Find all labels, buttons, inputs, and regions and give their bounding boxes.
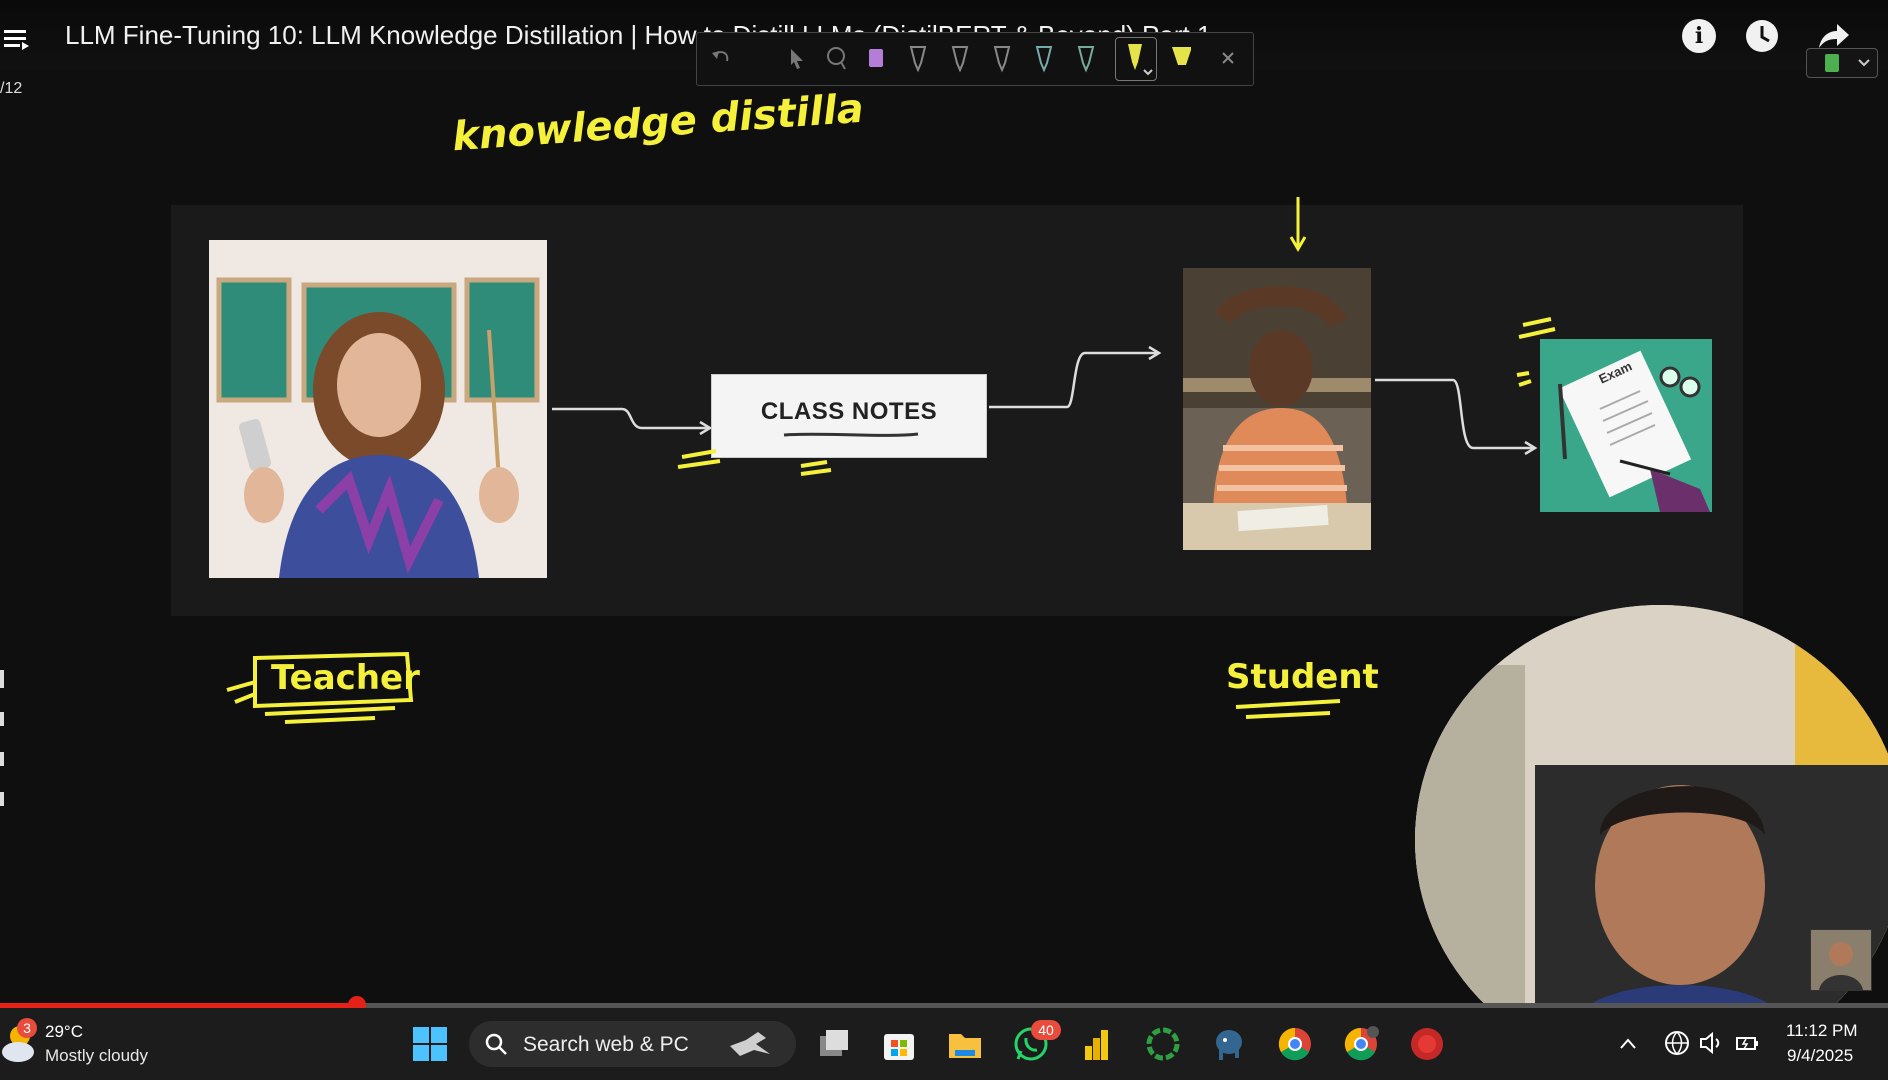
search-icon — [484, 1032, 508, 1056]
pen-1-icon[interactable] — [907, 43, 929, 73]
annotation-teacher-box: Teacher — [225, 650, 420, 730]
annotation-marks-exam — [1516, 317, 1556, 387]
side-rail-marks — [0, 670, 4, 806]
chrome-icon[interactable] — [1277, 1026, 1313, 1062]
class-notes-label: CLASS NOTES — [760, 398, 938, 425]
whatsapp-badge: 40 — [1031, 1020, 1061, 1040]
system-time[interactable]: 11:12 PM — [1786, 1021, 1858, 1041]
chrome-profile-icon[interactable] — [1343, 1026, 1379, 1062]
taskbar — [0, 1008, 1888, 1080]
exam-image: Exam — [1540, 339, 1712, 512]
menu-icon[interactable] — [2, 26, 30, 52]
undo-icon[interactable] — [709, 43, 731, 73]
highlighter-purple-icon[interactable] — [865, 43, 887, 73]
windows-start-icon[interactable] — [412, 1026, 448, 1062]
arrow-notes-to-student — [989, 345, 1162, 409]
select-icon[interactable] — [785, 43, 807, 73]
annotation-marks-notes-right — [800, 460, 832, 476]
weather-temperature[interactable]: 29°C — [45, 1022, 83, 1042]
search-placeholder: Search web & PC — [523, 1033, 689, 1056]
postgresql-icon[interactable] — [1211, 1026, 1247, 1062]
battery-icon[interactable] — [1734, 1030, 1760, 1056]
pen-3-icon[interactable] — [991, 43, 1013, 73]
lasso-icon[interactable] — [825, 43, 847, 73]
student-image — [1183, 268, 1371, 550]
task-view-icon[interactable] — [816, 1026, 852, 1062]
power-bi-icon[interactable] — [1079, 1026, 1115, 1062]
annotation-down-arrow — [1289, 197, 1307, 252]
file-explorer-icon[interactable] — [947, 1026, 983, 1062]
pen-toolbar — [696, 32, 1254, 86]
info-icon[interactable]: i — [1682, 19, 1716, 53]
class-notes-card: CLASS NOTES — [711, 374, 987, 458]
volume-icon[interactable] — [1698, 1030, 1724, 1056]
annotation-marks-notes-left — [677, 449, 721, 469]
system-date[interactable]: 9/4/2025 — [1787, 1046, 1853, 1066]
weather-condition[interactable]: Mostly cloudy — [45, 1046, 148, 1066]
pen-5-icon[interactable] — [1075, 43, 1097, 73]
screen-recorder-icon[interactable] — [1409, 1026, 1445, 1062]
arrow-teacher-to-notes — [552, 407, 713, 435]
annotation-teacher: Teacher — [271, 658, 420, 698]
search-highlight-icon — [726, 1026, 776, 1062]
page-indicator: /12 — [0, 80, 23, 97]
microsoft-store-icon[interactable] — [881, 1026, 917, 1062]
annotation-knowledge-distillation: knowledge distilla — [450, 85, 866, 161]
network-globe-icon[interactable] — [1664, 1030, 1690, 1056]
pen-color-picker[interactable] — [1806, 48, 1878, 78]
weather-badge: 3 — [17, 1018, 37, 1038]
pen-yellow-active-icon[interactable] — [1115, 37, 1157, 81]
annotation-student-box: Student — [1222, 655, 1379, 725]
pen-2-icon[interactable] — [949, 43, 971, 73]
pen-4-icon[interactable] — [1033, 43, 1055, 73]
teacher-image — [209, 240, 547, 578]
chevron-up-icon[interactable] — [1618, 1034, 1638, 1054]
close-icon[interactable] — [1217, 43, 1239, 73]
green-circle-app-icon[interactable] — [1145, 1026, 1181, 1062]
highlighter-yellow-icon[interactable] — [1169, 43, 1191, 73]
clock-icon[interactable] — [1745, 19, 1779, 53]
mini-webcam-thumbnail — [1810, 929, 1872, 991]
